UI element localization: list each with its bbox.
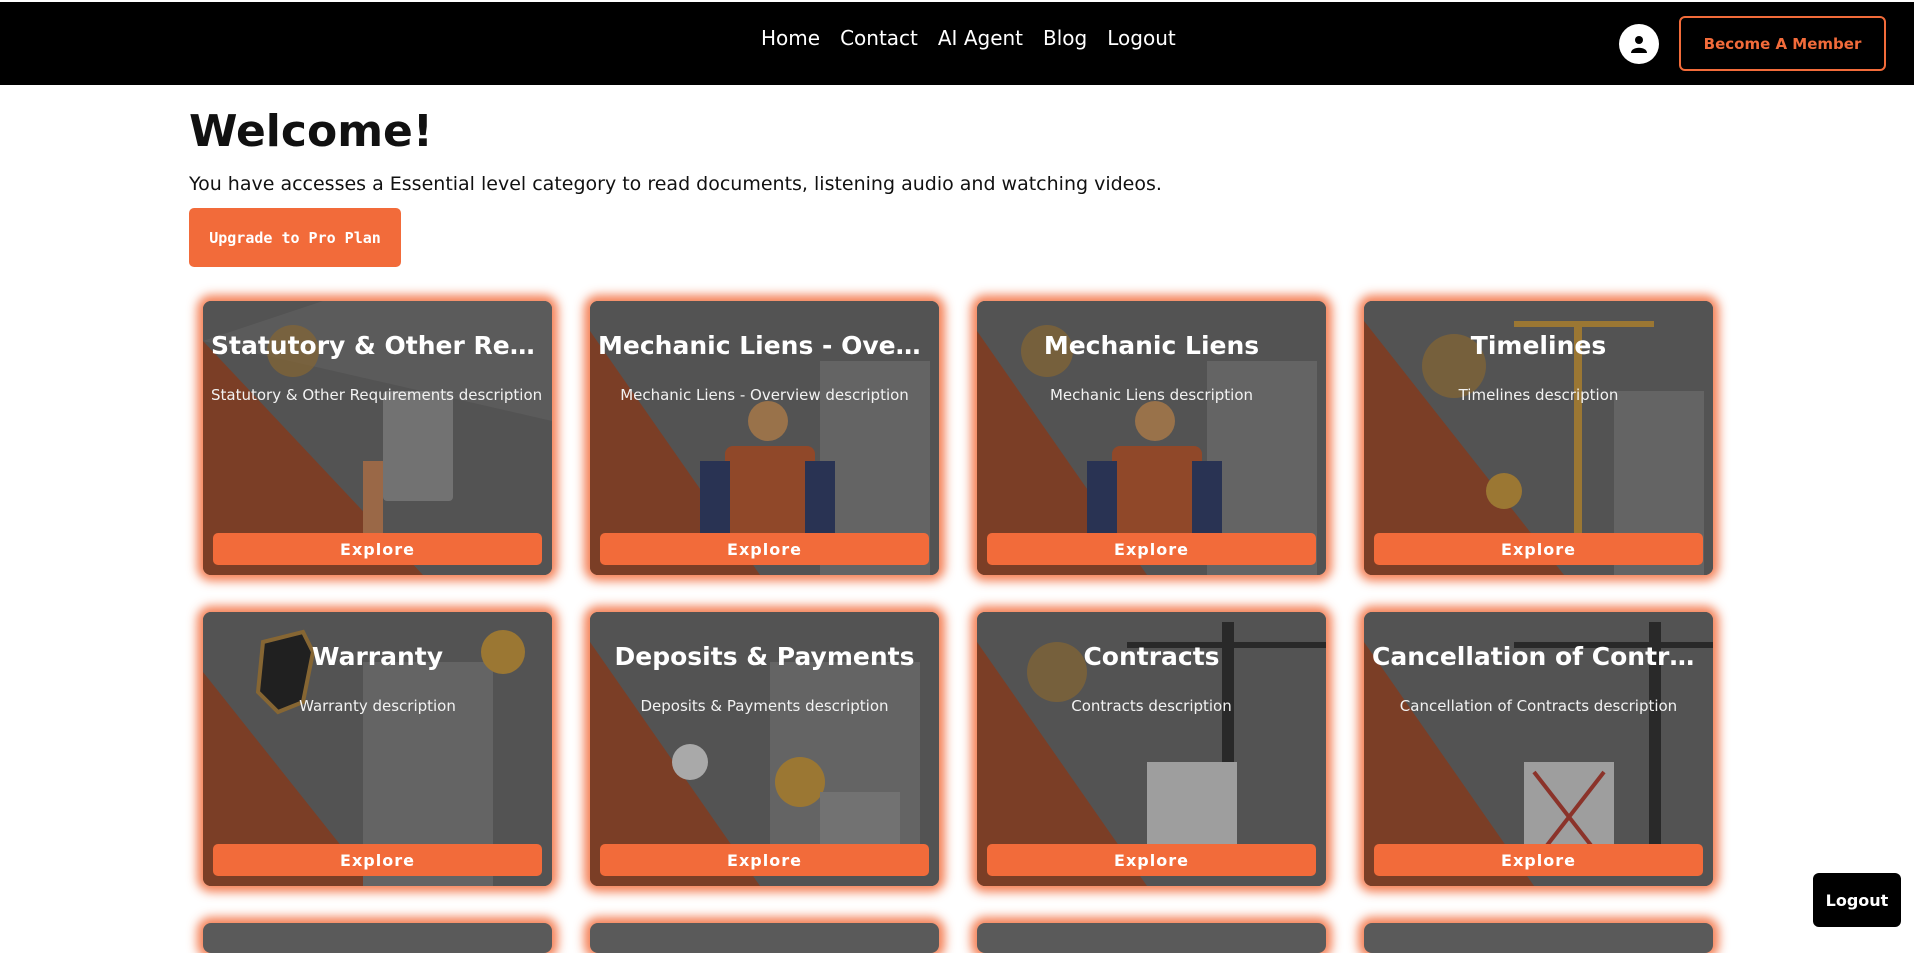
- category-card[interactable]: Contracts Contracts description Explore: [977, 612, 1326, 886]
- upgrade-pro-button[interactable]: Upgrade to Pro Plan: [189, 208, 401, 267]
- category-card[interactable]: Mechanic Liens - Overvie... Mechanic Lie…: [590, 301, 939, 575]
- user-icon: [1631, 36, 1647, 53]
- card-description: Mechanic Liens - Overview description: [620, 386, 909, 404]
- explore-button[interactable]: Explore: [1374, 533, 1703, 565]
- card-title: Deposits & Payments: [614, 642, 915, 671]
- card-description: Timelines description: [1458, 386, 1619, 404]
- card-title: Timelines: [1470, 331, 1607, 360]
- category-card-partial[interactable]: [590, 923, 939, 953]
- category-card[interactable]: Deposits & Payments Deposits & Payments …: [590, 612, 939, 886]
- card-title: Warranty: [311, 642, 444, 671]
- category-card-partial[interactable]: [977, 923, 1326, 953]
- explore-button[interactable]: Explore: [987, 844, 1316, 876]
- category-card[interactable]: Warranty Warranty description Explore: [203, 612, 552, 886]
- top-navbar: Home Contact AI Agent Blog Logout Become…: [0, 2, 1914, 85]
- card-description: Statutory & Other Requirements descripti…: [211, 386, 543, 404]
- nav-blog[interactable]: Blog: [1043, 26, 1087, 50]
- explore-button[interactable]: Explore: [213, 533, 542, 565]
- explore-button[interactable]: Explore: [213, 844, 542, 876]
- card-title: Statutory & Other Requir...: [211, 331, 544, 360]
- nav-logout[interactable]: Logout: [1107, 26, 1175, 50]
- category-card[interactable]: Timelines Timelines description Explore: [1364, 301, 1713, 575]
- nav-contact[interactable]: Contact: [840, 26, 918, 50]
- page-title: Welcome!: [189, 106, 433, 157]
- welcome-subtitle: You have accesses a Essential level cate…: [189, 173, 1162, 195]
- explore-button[interactable]: Explore: [987, 533, 1316, 565]
- explore-button[interactable]: Explore: [1374, 844, 1703, 876]
- floating-logout-button[interactable]: Logout: [1813, 873, 1901, 927]
- category-card-partial[interactable]: [1364, 923, 1713, 953]
- nav-home[interactable]: Home: [761, 26, 820, 50]
- category-card-partial[interactable]: [203, 923, 552, 953]
- category-card[interactable]: Mechanic Liens Mechanic Liens descriptio…: [977, 301, 1326, 575]
- nav-ai-agent[interactable]: AI Agent: [938, 26, 1023, 50]
- card-description: Contracts description: [1071, 697, 1232, 715]
- card-description: Cancellation of Contracts description: [1399, 697, 1678, 715]
- card-description: Deposits & Payments description: [640, 697, 889, 715]
- become-member-button[interactable]: Become A Member: [1679, 16, 1886, 71]
- category-card[interactable]: Statutory & Other Requir... Statutory & …: [203, 301, 552, 575]
- card-description: Warranty description: [299, 697, 456, 715]
- card-title: Mechanic Liens: [1043, 331, 1260, 360]
- card-description: Mechanic Liens description: [1049, 386, 1254, 404]
- card-title: Cancellation of Contracts: [1372, 642, 1705, 671]
- card-title: Contracts: [1083, 642, 1220, 671]
- card-title: Mechanic Liens - Overvie...: [598, 331, 931, 360]
- main-nav: Home Contact AI Agent Blog Logout: [761, 26, 1176, 50]
- explore-button[interactable]: Explore: [600, 844, 929, 876]
- user-account-button[interactable]: [1619, 24, 1659, 64]
- explore-button[interactable]: Explore: [600, 533, 929, 565]
- category-card[interactable]: Cancellation of Contracts Cancellation o…: [1364, 612, 1713, 886]
